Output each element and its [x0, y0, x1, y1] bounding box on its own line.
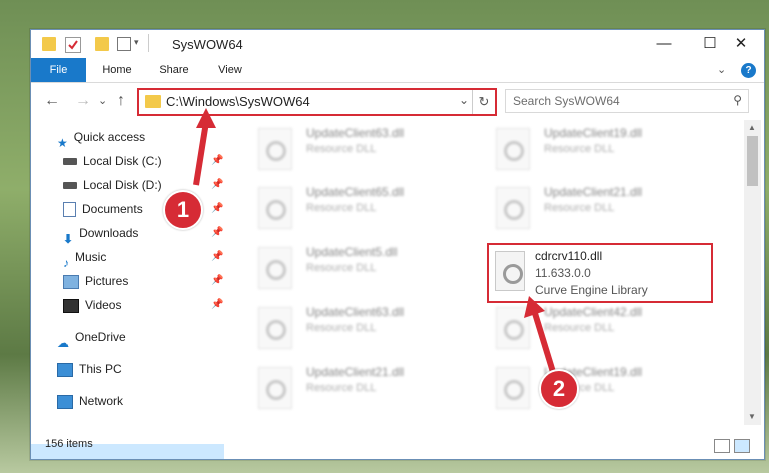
arrow-head: [196, 108, 216, 128]
arrow-line: [193, 121, 209, 186]
arrow-line: [531, 309, 556, 373]
step-badge-2: 2: [539, 369, 579, 409]
annotation-overlay: [193, 108, 556, 373]
step-badge-1: 1: [163, 190, 203, 230]
